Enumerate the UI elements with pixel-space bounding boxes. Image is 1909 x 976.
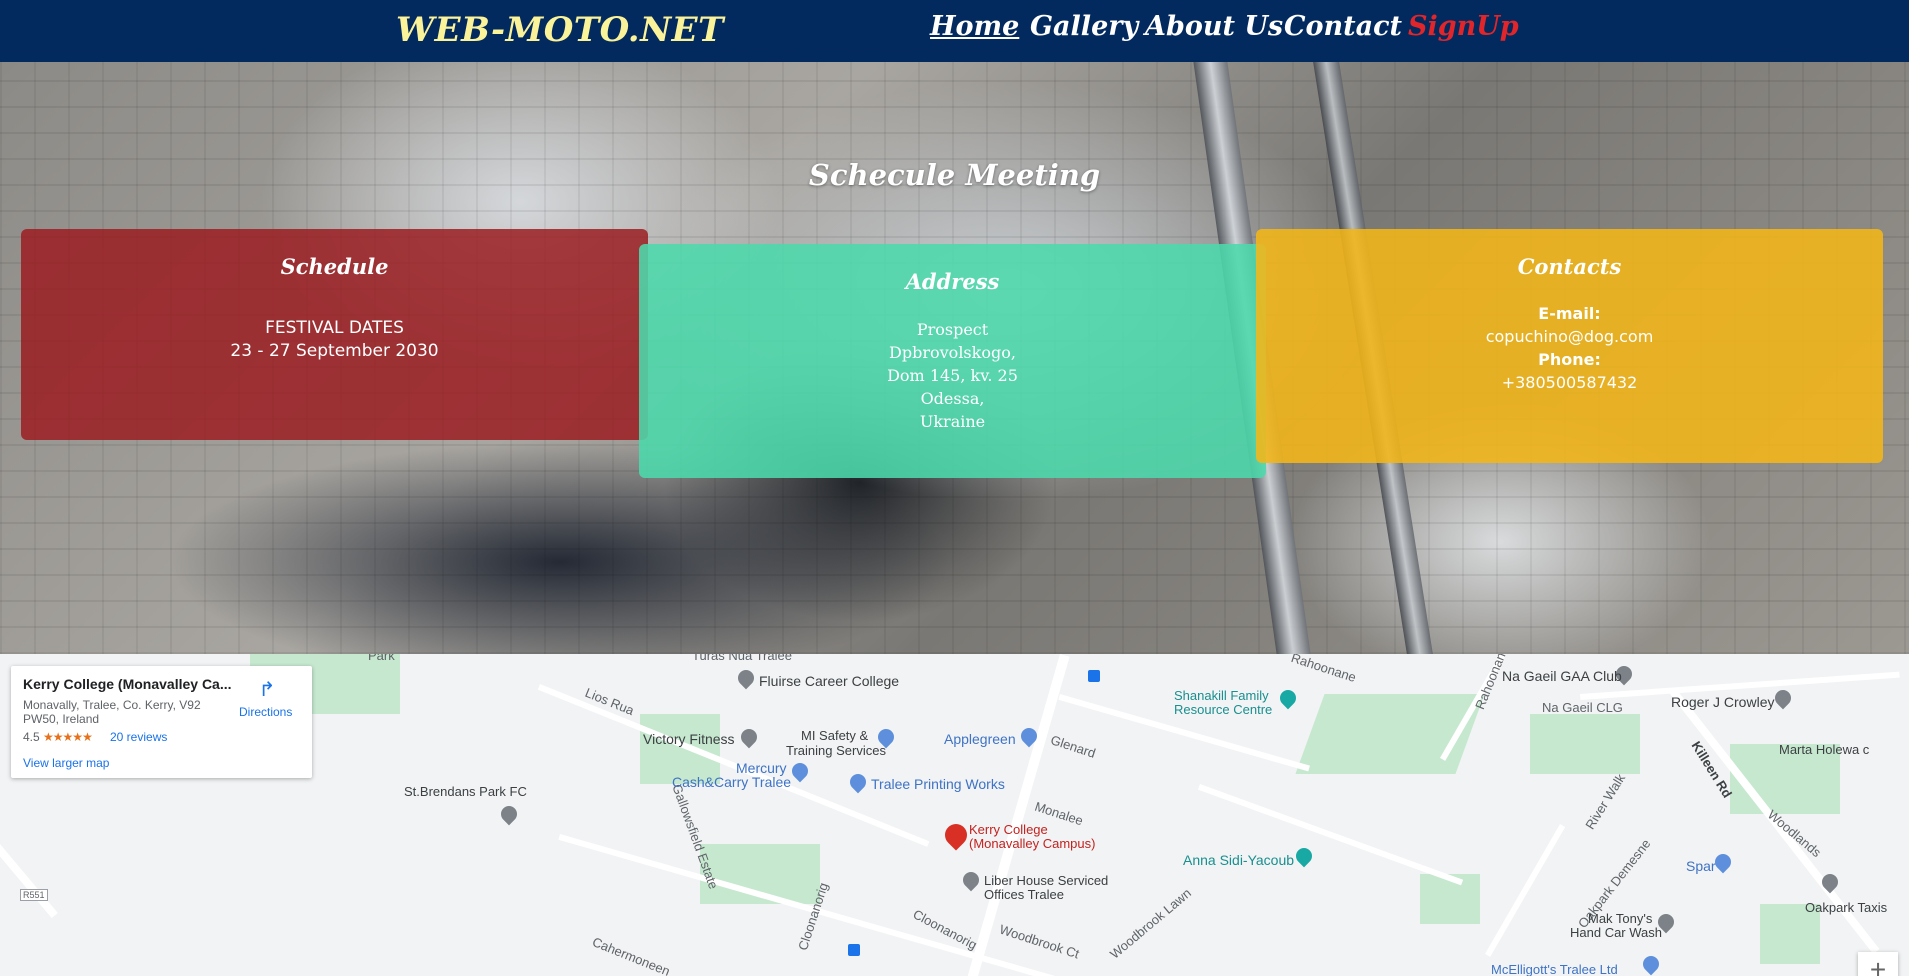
- phone-label: Phone:: [1538, 350, 1601, 369]
- map-park-area: [1530, 714, 1640, 774]
- poi-fluirse-career-college[interactable]: Fluirse Career College: [759, 673, 899, 689]
- poi-spar[interactable]: Spar: [1686, 858, 1716, 874]
- poi-tralee-printing-works[interactable]: Tralee Printing Works: [871, 776, 1005, 792]
- poi-st-brendans[interactable]: St.Brendans Park FC: [404, 784, 527, 799]
- embedded-google-map[interactable]: Kerry College (Monavalley Ca... Monavall…: [0, 654, 1909, 976]
- map-pin-icon[interactable]: [497, 802, 521, 826]
- poi-anna-sidi-yacoub[interactable]: Anna Sidi-Yacoub: [1183, 852, 1294, 868]
- poi-na-gaeil-clg[interactable]: Na Gaeil CLG: [1542, 700, 1623, 715]
- email-value[interactable]: copuchino@dog.com: [1486, 327, 1654, 346]
- directions-icon[interactable]: ↱: [257, 680, 277, 700]
- place-address: Monavally, Tralee, Co. Kerry, V92 PW50, …: [23, 698, 201, 726]
- road-number-sign: R551: [20, 889, 48, 901]
- map-road: [1197, 784, 1464, 886]
- poi-applegreen[interactable]: Applegreen: [944, 731, 1016, 747]
- poi-kerry-college[interactable]: Kerry College (Monavalley Campus): [969, 823, 1095, 851]
- poi-mi-safety-line1: MI Safety &: [801, 728, 869, 743]
- kerry-college-pin-icon[interactable]: [940, 819, 972, 851]
- nav-about-us-link[interactable]: About Us: [1145, 11, 1283, 42]
- email-label: E-mail:: [1538, 304, 1601, 323]
- festival-dates-label: FESTIVAL DATES: [265, 318, 404, 338]
- address-line: Prospect: [916, 320, 989, 339]
- rating-value: 4.5: [23, 730, 40, 744]
- poi-na-gaeil-gaa[interactable]: Na Gaeil GAA Club: [1502, 668, 1622, 684]
- view-larger-map-link[interactable]: View larger map: [23, 756, 109, 770]
- street-label: Glenard: [1048, 732, 1098, 761]
- address-line: Odessa,: [920, 389, 985, 408]
- street-label: River Walk: [1582, 771, 1629, 832]
- poi-victory-fitness[interactable]: Victory Fitness: [643, 731, 735, 747]
- map-label-park: Park: [368, 654, 395, 663]
- contacts-heading: Contacts: [1517, 254, 1622, 279]
- bus-stop-icon[interactable]: [848, 944, 860, 956]
- poi-roger-j-crowley[interactable]: Roger J Crowley: [1671, 694, 1774, 710]
- shop-pin-icon[interactable]: [788, 759, 812, 783]
- address-line: Ukraine: [919, 412, 986, 431]
- poi-marta-holewa[interactable]: Marta Holewa c: [1779, 742, 1869, 757]
- address-line: Dpbrovolskogo,: [889, 343, 1016, 362]
- top-navbar: WEB-MOTO.NET Home Gallery About Us Conta…: [0, 0, 1909, 62]
- poi-mcelligotts[interactable]: McElligott's Tralee Ltd: [1491, 962, 1618, 976]
- poi-mercury[interactable]: Mercury Cash&Carry Tralee: [672, 761, 791, 789]
- street-label: Rahoonane: [1289, 654, 1358, 686]
- map-pin-icon[interactable]: [734, 666, 758, 690]
- address-line: Dom 145, kv. 25: [887, 366, 1018, 385]
- zoom-in-button[interactable]: +: [1858, 952, 1898, 976]
- address-text: Prospect Dpbrovolskogo, Dom 145, kv. 25 …: [639, 318, 1266, 433]
- directions-link[interactable]: Directions: [239, 705, 292, 719]
- shop-pin-icon[interactable]: [1639, 952, 1663, 976]
- place-name: Kerry College (Monavalley Ca...: [23, 676, 232, 692]
- address-heading: Address: [905, 269, 1000, 294]
- poi-turas-nua: Turas Nua Tralee: [692, 654, 792, 663]
- map-road: [0, 844, 58, 919]
- poi-liber-line1: Liber House Serviced: [984, 873, 1109, 888]
- contact-details: E-mail: copuchino@dog.com Phone: +380500…: [1256, 302, 1883, 394]
- poi-oakpark-taxis[interactable]: Oakpark Taxis: [1805, 900, 1887, 915]
- poi-liber-house[interactable]: Liber House Serviced Offices Tralee: [984, 874, 1108, 902]
- map-pin-icon[interactable]: [959, 868, 983, 892]
- nav-home-link[interactable]: Home: [930, 11, 1019, 42]
- poi-kerry-line1: Kerry College: [969, 822, 1048, 837]
- star-rating-icon: ★★★★★: [43, 730, 93, 744]
- meeting-section-title: Schecule Meeting: [808, 158, 1101, 192]
- street-label: Woodbrook Ct: [997, 921, 1082, 962]
- address-card: Address Prospect Dpbrovolskogo, Dom 145,…: [639, 244, 1266, 478]
- nav-contact-link[interactable]: Contact: [1284, 11, 1402, 42]
- phone-value[interactable]: +380500587432: [1502, 373, 1638, 392]
- poi-mi-safety-line2: Training Services: [786, 743, 886, 758]
- schedule-heading: Schedule: [280, 254, 389, 279]
- site-logo[interactable]: WEB-MOTO.NET: [396, 10, 724, 50]
- poi-mi-safety[interactable]: MI Safety & Training Services: [786, 728, 886, 758]
- map-road: [1485, 824, 1566, 957]
- nav-gallery-link[interactable]: Gallery: [1030, 11, 1138, 42]
- place-rating: 4.5 ★★★★★: [23, 730, 93, 744]
- nav-signup-link[interactable]: SignUp: [1408, 11, 1519, 42]
- poi-shanakill-line1: Shanakill Family: [1174, 688, 1269, 703]
- poi-shanakill[interactable]: Shanakill Family Resource Centre: [1174, 689, 1272, 717]
- community-pin-icon[interactable]: [1276, 686, 1300, 710]
- poi-kerry-line2: (Monavalley Campus): [969, 836, 1096, 851]
- festival-dates: FESTIVAL DATES 23 - 27 September 2030: [21, 317, 648, 363]
- place-info-card: Kerry College (Monavalley Ca... Monavall…: [11, 666, 312, 778]
- festival-dates-range: 23 - 27 September 2030: [230, 341, 439, 361]
- contacts-card: Contacts E-mail: copuchino@dog.com Phone…: [1256, 229, 1883, 463]
- poi-liber-line2: Offices Tralee: [984, 887, 1064, 902]
- bus-stop-icon[interactable]: [1088, 670, 1100, 682]
- poi-maktony-line1: Mak Tony's: [1588, 911, 1653, 926]
- health-pin-icon[interactable]: [1292, 844, 1316, 868]
- shop-pin-icon[interactable]: [846, 770, 870, 794]
- street-label: Cahermoneen: [590, 934, 673, 976]
- poi-shanakill-line2: Resource Centre: [1174, 702, 1273, 717]
- reviews-link[interactable]: 20 reviews: [110, 730, 167, 744]
- map-pin-icon[interactable]: [737, 725, 761, 749]
- map-pin-icon[interactable]: [1771, 686, 1795, 710]
- street-label: Woodbrook Lawn: [1106, 885, 1194, 962]
- poi-mercury-line2: Cash&Carry Tralee: [672, 774, 792, 790]
- poi-mak-tonys[interactable]: Mak Tony's Hand Car Wash: [1570, 912, 1662, 940]
- poi-maktony-line2: Hand Car Wash: [1570, 925, 1662, 940]
- schedule-card: Schedule FESTIVAL DATES 23 - 27 Septembe…: [21, 229, 648, 440]
